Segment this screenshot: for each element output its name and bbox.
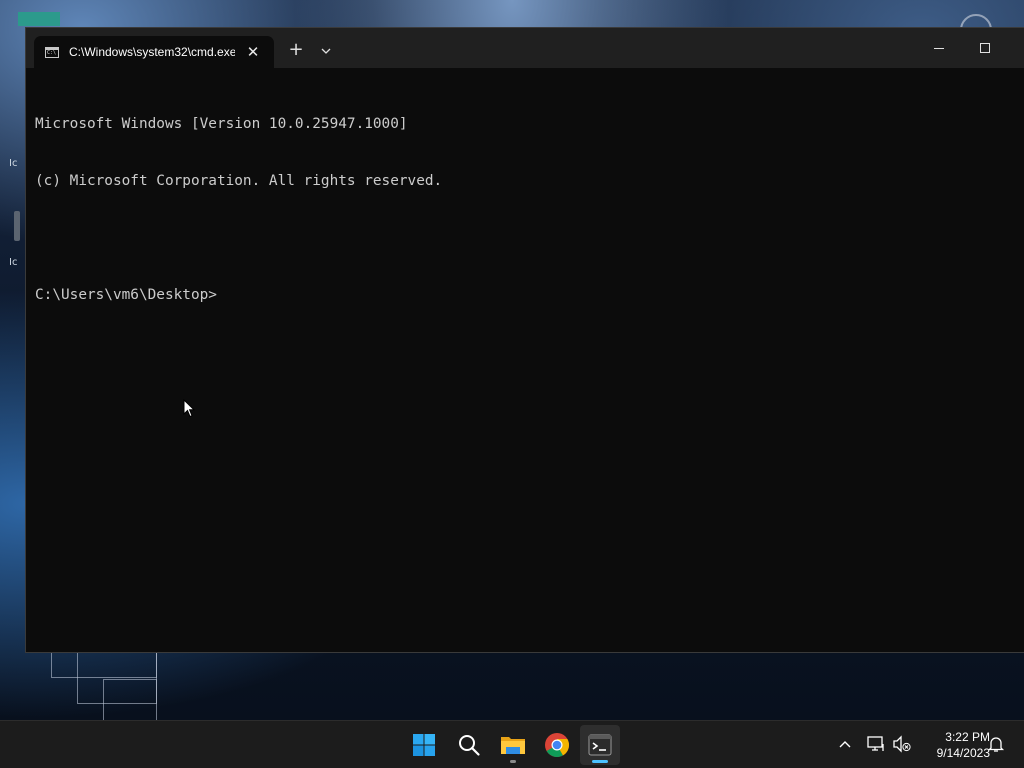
- volume-muted-icon: [893, 735, 911, 753]
- running-indicator: [510, 760, 516, 763]
- chrome-icon: [545, 733, 570, 758]
- tab-close-icon[interactable]: ✕: [244, 43, 262, 61]
- minimize-button[interactable]: [916, 28, 962, 68]
- notifications-button[interactable]: [986, 733, 1006, 755]
- windows-logo-icon: [413, 734, 435, 756]
- clock-time: 3:22 PM: [945, 730, 990, 744]
- maximize-button[interactable]: [962, 28, 1008, 68]
- mouse-cursor-icon: [183, 399, 195, 418]
- console-line: Microsoft Windows [Version 10.0.25947.10…: [35, 116, 408, 132]
- taskbar: 3:22 PM 9/14/2023: [0, 720, 1024, 768]
- clock[interactable]: 3:22 PM 9/14/2023: [918, 729, 990, 761]
- clock-date: 9/14/2023: [936, 746, 990, 760]
- desktop-icon-edge[interactable]: [14, 211, 20, 241]
- terminal-button[interactable]: [580, 725, 620, 765]
- chrome-button[interactable]: [537, 725, 577, 765]
- cmd-icon: C:\: [45, 46, 59, 58]
- console-prompt[interactable]: C:\Users\vm6\Desktop>: [35, 286, 442, 305]
- new-tab-button[interactable]: +: [285, 39, 307, 61]
- tray-overflow-button[interactable]: [835, 733, 855, 755]
- maximize-icon: [980, 43, 990, 53]
- active-indicator: [592, 760, 608, 763]
- desktop-icon[interactable]: [18, 12, 60, 26]
- file-explorer-button[interactable]: [493, 725, 533, 765]
- search-button[interactable]: [449, 725, 489, 765]
- terminal-window[interactable]: C:\ C:\Windows\system32\cmd.exe ✕ + Micr…: [25, 27, 1024, 653]
- bell-icon: [987, 737, 1005, 752]
- console-line: (c) Microsoft Corporation. All rights re…: [35, 173, 443, 189]
- network-icon: [867, 736, 884, 751]
- folder-icon: [501, 737, 525, 754]
- minimize-icon: [934, 48, 944, 49]
- wallpaper-squares: [51, 653, 161, 720]
- terminal-icon: [588, 734, 612, 756]
- search-icon: [459, 735, 480, 756]
- tab-title: C:\Windows\system32\cmd.exe: [69, 45, 235, 59]
- network-button[interactable]: [866, 733, 886, 755]
- volume-button[interactable]: [892, 733, 912, 755]
- chevron-up-icon: [839, 741, 851, 748]
- chevron-down-icon: [321, 48, 331, 54]
- tab-cmd[interactable]: C:\ C:\Windows\system32\cmd.exe ✕: [34, 36, 274, 68]
- desktop-icon-label[interactable]: Ic: [9, 158, 17, 169]
- desktop-icon-label[interactable]: Ic: [9, 257, 17, 268]
- tab-dropdown-button[interactable]: [315, 40, 337, 62]
- title-bar[interactable]: C:\ C:\Windows\system32\cmd.exe ✕ +: [26, 28, 1024, 68]
- start-button[interactable]: [404, 725, 444, 765]
- console-output[interactable]: Microsoft Windows [Version 10.0.25947.10…: [35, 77, 442, 343]
